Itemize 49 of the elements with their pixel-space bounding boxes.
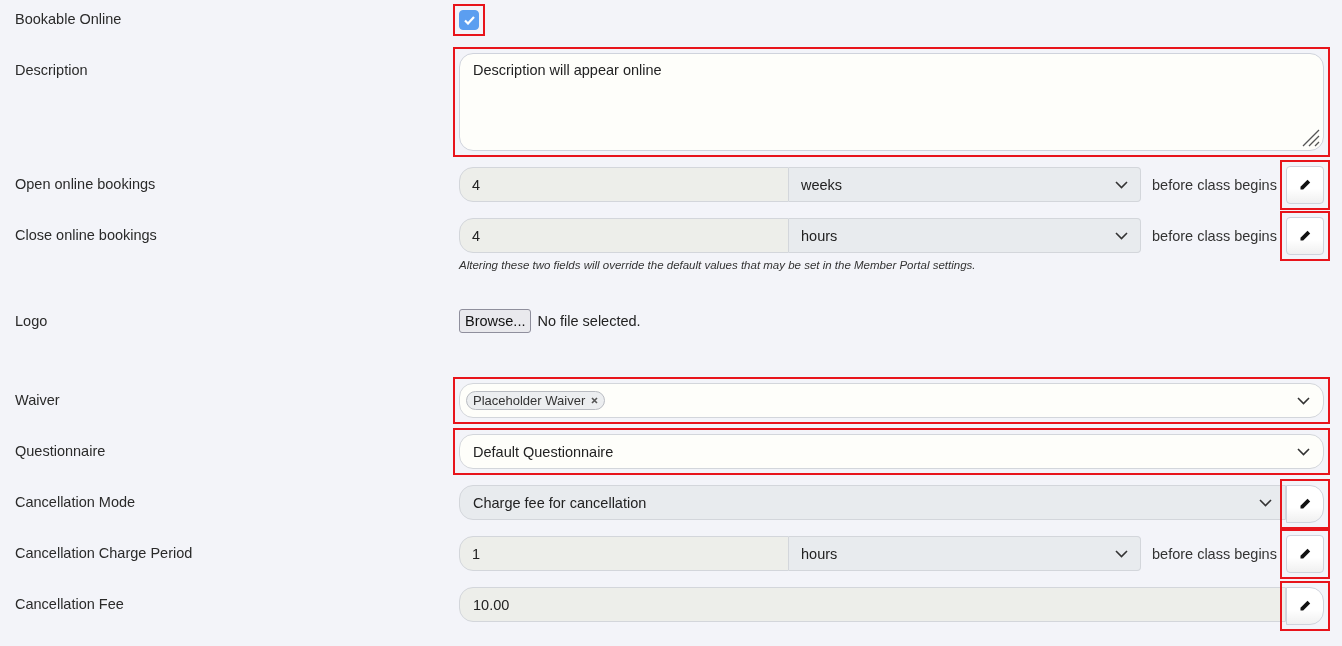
resize-handle-icon[interactable] (1300, 127, 1320, 147)
chevron-down-icon (1297, 447, 1310, 456)
fee-field[interactable]: 10.00 (459, 587, 1286, 622)
suffix-text: before class begins (1152, 545, 1277, 562)
waiver-select[interactable]: Placeholder Waiver (459, 383, 1324, 418)
edit-button[interactable] (1286, 485, 1324, 523)
browse-button[interactable]: Browse... (459, 309, 532, 333)
pencil-icon (1299, 547, 1311, 560)
field-label: Cancellation Mode (15, 493, 137, 512)
file-status-text: No file selected. (537, 313, 641, 329)
chevron-down-icon (1297, 396, 1310, 405)
field-label: Open online bookings (15, 175, 157, 194)
amount-field[interactable]: 4 (459, 218, 789, 253)
pencil-icon (1299, 229, 1311, 242)
edit-button[interactable] (1286, 165, 1324, 204)
amount-field[interactable]: 1 (459, 536, 789, 571)
chevron-down-icon (1115, 549, 1128, 558)
unit-select[interactable]: hours (789, 536, 1141, 571)
suffix-text: before class begins (1152, 176, 1277, 193)
field-label: Logo (15, 312, 49, 331)
field-label: Questionnaire (15, 442, 107, 461)
pencil-icon (1299, 600, 1311, 612)
suffix-text: before class begins (1152, 227, 1277, 244)
edit-button[interactable] (1286, 587, 1324, 625)
mode-select[interactable]: Charge fee for cancellation (459, 485, 1286, 520)
pencil-icon (1299, 178, 1311, 191)
field-label: Bookable Online (15, 10, 123, 29)
unit-select[interactable]: hours (789, 218, 1141, 253)
pencil-icon (1299, 498, 1311, 510)
description-text: Description will appear online (473, 62, 662, 78)
edit-button[interactable] (1286, 216, 1324, 255)
chevron-down-icon (1115, 180, 1128, 189)
waiver-tag: Placeholder Waiver (466, 391, 606, 410)
edit-button[interactable] (1286, 534, 1324, 573)
field-label: Description (15, 61, 89, 80)
remove-icon[interactable] (591, 397, 599, 404)
chevron-down-icon (1259, 498, 1272, 507)
chevron-down-icon (1115, 231, 1128, 240)
hint-text: Altering these two fields will override the default values that may be set in the Member Portal settings. (459, 259, 977, 271)
description-field[interactable]: Description will appear online (459, 53, 1324, 151)
field-label: Close online bookings (15, 226, 158, 245)
checkmark-icon (463, 15, 475, 25)
amount-field[interactable]: 4 (459, 167, 789, 202)
field-label: Cancellation Charge Period (15, 544, 194, 563)
checkbox[interactable] (459, 10, 479, 30)
unit-select[interactable]: weeks (789, 167, 1141, 202)
field-label: Waiver (15, 391, 61, 410)
field-label: Cancellation Fee (15, 595, 125, 614)
questionnaire-select[interactable]: Default Questionnaire (459, 434, 1324, 469)
